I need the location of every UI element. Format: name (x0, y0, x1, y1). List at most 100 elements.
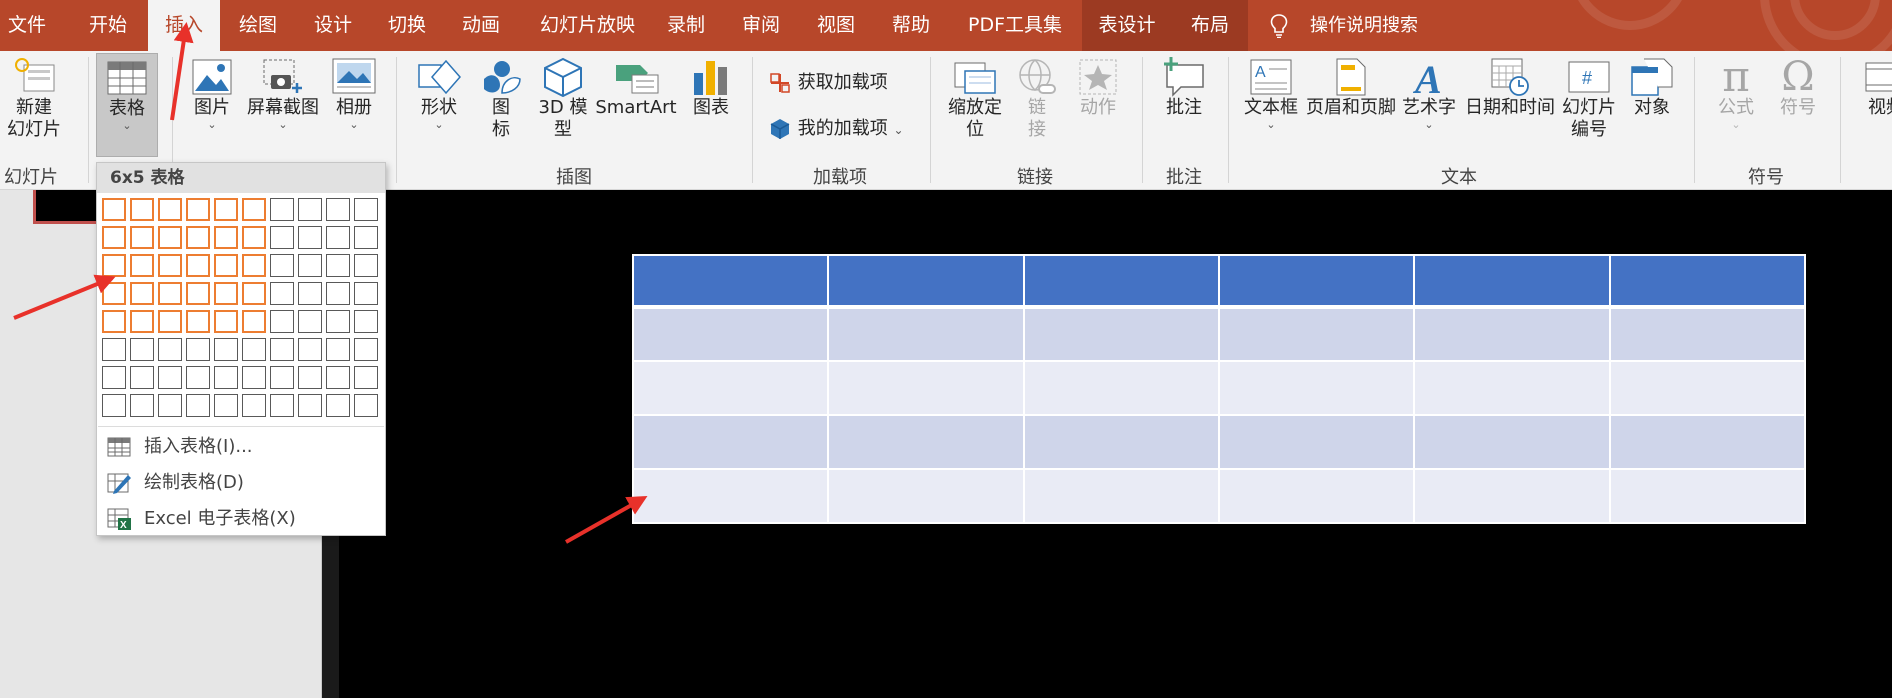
table-cell[interactable] (827, 306, 1025, 362)
grid-cell-selected[interactable] (214, 226, 238, 249)
table-cell[interactable] (1608, 468, 1807, 524)
video-button[interactable]: 视频 (1852, 57, 1892, 119)
grid-cell-selected[interactable] (186, 198, 210, 221)
chart-button[interactable]: 图表 (686, 57, 736, 119)
equation-button[interactable]: π 公式 ⌄ (1706, 56, 1766, 131)
header-footer-button[interactable]: 页眉和页脚 (1304, 57, 1398, 119)
grid-cell-selected[interactable] (130, 226, 154, 249)
grid-cell[interactable] (242, 394, 266, 417)
grid-cell[interactable] (158, 366, 182, 389)
grid-cell-selected[interactable] (102, 198, 126, 221)
tab-help[interactable]: 帮助 (892, 0, 930, 51)
grid-cell[interactable] (270, 226, 294, 249)
tab-file[interactable]: 文件 (8, 0, 46, 51)
grid-cell[interactable] (214, 394, 238, 417)
shapes-button[interactable]: 形状 ⌄ (410, 57, 468, 131)
slide-table[interactable] (631, 254, 1807, 524)
grid-cell[interactable] (214, 338, 238, 361)
grid-cell-selected[interactable] (214, 310, 238, 333)
grid-cell-selected[interactable] (158, 254, 182, 277)
table-cell[interactable] (1413, 254, 1611, 308)
grid-cell[interactable] (270, 254, 294, 277)
table-cell[interactable] (1608, 360, 1807, 416)
table-cell[interactable] (1022, 360, 1220, 416)
grid-cell-selected[interactable] (214, 254, 238, 277)
grid-cell[interactable] (298, 254, 322, 277)
tab-transitions[interactable]: 切换 (388, 0, 426, 51)
grid-cell[interactable] (186, 394, 210, 417)
tab-layout[interactable]: 布局 (1172, 0, 1248, 51)
grid-cell[interactable] (298, 338, 322, 361)
grid-cell-selected[interactable] (130, 254, 154, 277)
grid-cell[interactable] (354, 254, 378, 277)
table-cell[interactable] (631, 254, 830, 308)
grid-cell[interactable] (102, 394, 126, 417)
grid-cell-selected[interactable] (214, 282, 238, 305)
table-cell[interactable] (631, 414, 830, 470)
draw-table-menu-item[interactable]: 绘制表格(D) (98, 465, 384, 501)
grid-cell-selected[interactable] (242, 310, 266, 333)
grid-cell[interactable] (354, 338, 378, 361)
grid-cell[interactable] (214, 366, 238, 389)
grid-cell[interactable] (270, 282, 294, 305)
table-button[interactable]: 表格 ⌄ (96, 53, 158, 157)
action-button[interactable]: 动作 (1068, 57, 1128, 119)
table-cell[interactable] (1217, 306, 1416, 362)
grid-cell-selected[interactable] (102, 282, 126, 305)
grid-cell[interactable] (354, 310, 378, 333)
grid-cell[interactable] (186, 338, 210, 361)
table-cell[interactable] (1217, 360, 1416, 416)
grid-cell-selected[interactable] (242, 198, 266, 221)
new-slide-button[interactable]: 新建 幻灯片 (0, 57, 68, 157)
3d-model-button[interactable]: 3D 模 型 (534, 57, 592, 141)
grid-cell-selected[interactable] (242, 282, 266, 305)
table-cell[interactable] (1217, 254, 1416, 308)
grid-cell[interactable] (242, 338, 266, 361)
grid-cell-selected[interactable] (130, 198, 154, 221)
link-button[interactable]: 链 接 (1014, 57, 1060, 141)
slide-thumbnail[interactable] (33, 190, 99, 224)
grid-cell-selected[interactable] (186, 226, 210, 249)
grid-cell[interactable] (298, 366, 322, 389)
tab-home[interactable]: 开始 (89, 0, 127, 51)
tab-animations[interactable]: 动画 (462, 0, 500, 51)
symbol-button[interactable]: Ω 符号 (1770, 57, 1826, 119)
table-cell[interactable] (1608, 414, 1807, 470)
grid-cell-selected[interactable] (158, 226, 182, 249)
grid-cell[interactable] (354, 198, 378, 221)
wordart-button[interactable]: A 艺术字 ⌄ (1398, 57, 1460, 131)
table-cell[interactable] (827, 468, 1025, 524)
table-cell[interactable] (827, 414, 1025, 470)
grid-cell[interactable] (270, 310, 294, 333)
grid-cell-selected[interactable] (130, 310, 154, 333)
grid-cell[interactable] (298, 226, 322, 249)
grid-cell[interactable] (326, 366, 350, 389)
photo-album-button[interactable]: 相册 ⌄ (326, 57, 382, 131)
tab-insert[interactable]: 插入 (148, 0, 220, 51)
grid-cell[interactable] (102, 366, 126, 389)
grid-cell[interactable] (326, 310, 350, 333)
icons-button[interactable]: 图 标 (476, 57, 526, 141)
zoom-button[interactable]: 缩放定 位 (942, 57, 1008, 141)
table-cell[interactable] (1413, 360, 1611, 416)
grid-cell[interactable] (326, 254, 350, 277)
table-cell[interactable] (1217, 468, 1416, 524)
tell-me-search[interactable]: 操作说明搜索 (1310, 0, 1418, 51)
grid-cell[interactable] (186, 366, 210, 389)
grid-cell[interactable] (326, 338, 350, 361)
tab-draw[interactable]: 绘图 (239, 0, 277, 51)
insert-table-menu-item[interactable]: 插入表格(I)... (98, 429, 384, 465)
grid-cell[interactable] (298, 282, 322, 305)
table-cell[interactable] (631, 360, 830, 416)
grid-cell[interactable] (354, 282, 378, 305)
grid-cell[interactable] (270, 198, 294, 221)
grid-cell-selected[interactable] (130, 282, 154, 305)
grid-cell[interactable] (354, 394, 378, 417)
table-cell[interactable] (1022, 468, 1220, 524)
grid-cell[interactable] (130, 366, 154, 389)
tab-record[interactable]: 录制 (667, 0, 705, 51)
tab-view[interactable]: 视图 (817, 0, 855, 51)
textbox-button[interactable]: A 文本框 ⌄ (1238, 57, 1304, 131)
get-addins-button[interactable]: 获取加载项 (768, 71, 888, 95)
grid-cell-selected[interactable] (186, 254, 210, 277)
